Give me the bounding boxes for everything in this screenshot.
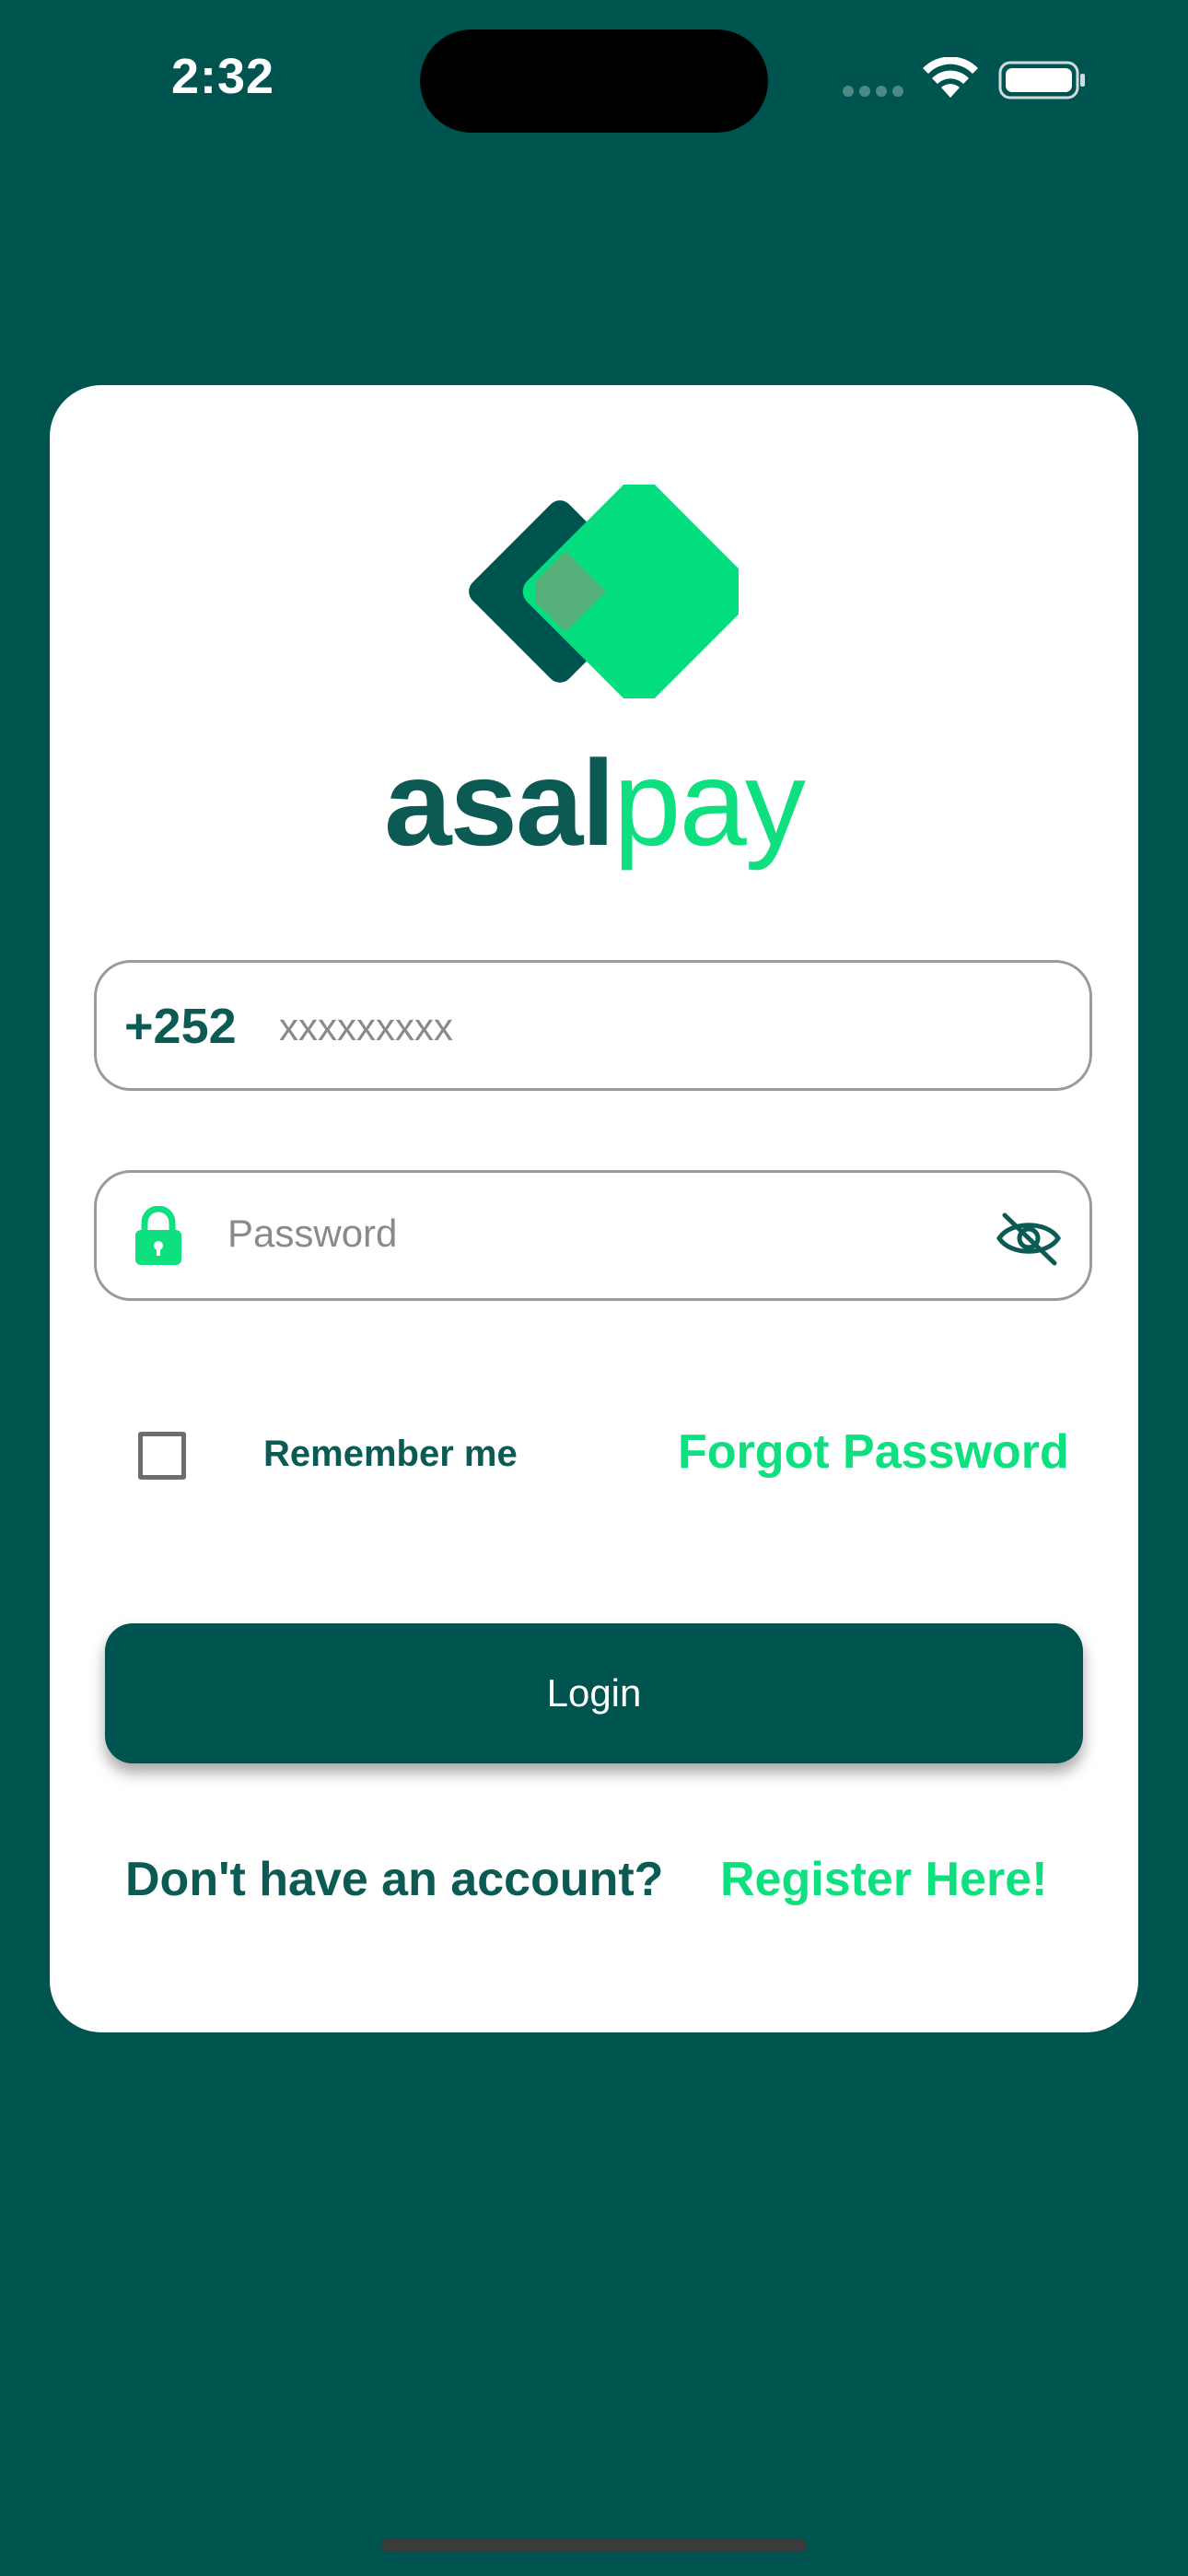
eye-off-icon[interactable] xyxy=(996,1210,1062,1267)
register-link[interactable]: Register Here! xyxy=(720,1852,1047,1907)
login-button[interactable]: Login xyxy=(105,1623,1083,1763)
battery-icon xyxy=(998,61,1085,100)
remember-me-checkbox[interactable] xyxy=(138,1432,186,1480)
status-time: 2:32 xyxy=(171,49,275,104)
logo-text-asal: asal xyxy=(384,735,615,871)
logo-text-pay: pay xyxy=(613,735,806,871)
wifi-icon xyxy=(923,57,978,98)
cellular-signal-icon xyxy=(843,86,903,97)
country-code: +252 xyxy=(124,999,237,1054)
lock-icon xyxy=(135,1206,181,1265)
dynamic-island xyxy=(420,29,768,133)
home-indicator[interactable] xyxy=(381,2539,807,2552)
password-field[interactable]: Password xyxy=(94,1170,1092,1301)
phone-input-placeholder[interactable]: xxxxxxxxx xyxy=(279,1005,453,1049)
asalpay-logo-text: asalpay xyxy=(0,743,1188,864)
password-input-placeholder[interactable]: Password xyxy=(227,1212,397,1256)
remember-me-label[interactable]: Remember me xyxy=(263,1434,518,1475)
asalpay-logo-mark-icon xyxy=(469,485,739,698)
no-account-prompt: Don't have an account? xyxy=(125,1853,664,1906)
forgot-password-link[interactable]: Forgot Password xyxy=(678,1424,1069,1480)
phone-field[interactable]: +252 xxxxxxxxx xyxy=(94,960,1092,1091)
